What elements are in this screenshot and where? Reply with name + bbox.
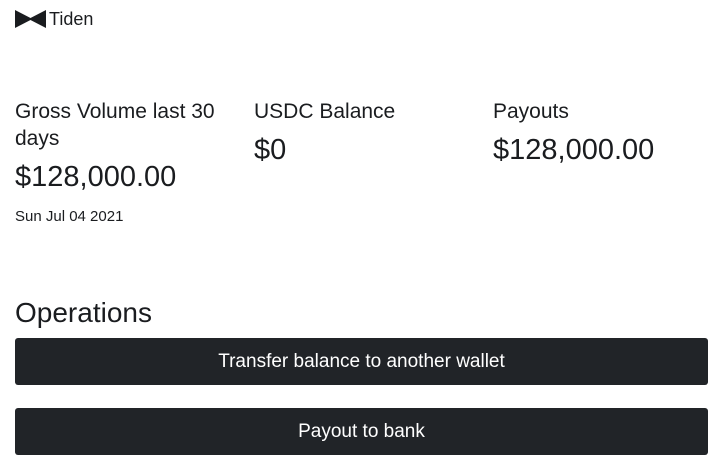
gross-volume-title: Gross Volume last 30 days [15, 100, 215, 150]
gross-volume-card: Gross Volume last 30 days $128,000.00 Su… [15, 98, 215, 226]
transfer-balance-button[interactable]: Transfer balance to another wallet [15, 338, 708, 385]
gross-volume-date: Sun Jul 04 2021 [15, 208, 124, 225]
usdc-balance-card: USDC Balance $0 [254, 98, 454, 167]
brand-name: Tiden [49, 9, 94, 29]
dashboard-page: Tiden Gross Volume last 30 days $128,000… [0, 0, 720, 472]
brand[interactable]: Tiden [15, 8, 93, 30]
gross-volume-value: $128,000.00 [15, 161, 177, 193]
usdc-balance-title: USDC Balance [254, 100, 396, 123]
tiden-logo-icon [15, 9, 46, 29]
payouts-title: Payouts [493, 100, 569, 123]
payout-to-bank-button[interactable]: Payout to bank [15, 408, 708, 455]
usdc-balance-value: $0 [254, 134, 287, 166]
payouts-value: $128,000.00 [493, 134, 655, 166]
operations-heading: Operations [15, 297, 152, 328]
payouts-card: Payouts $128,000.00 [493, 98, 703, 167]
